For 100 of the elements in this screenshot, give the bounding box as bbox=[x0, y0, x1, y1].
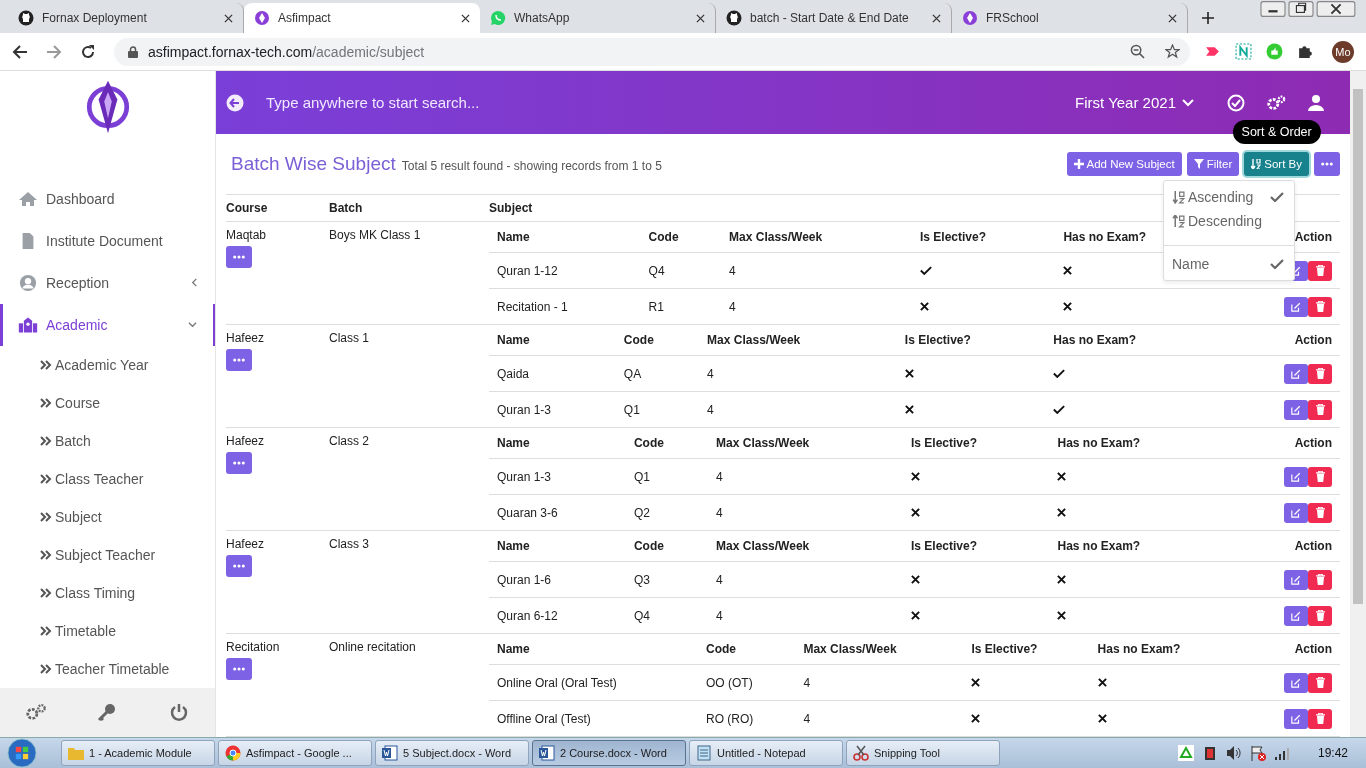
sidebar-item[interactable]: Dashboard bbox=[0, 177, 215, 220]
taskbar-item[interactable]: Untitled - Notepad bbox=[689, 740, 843, 766]
scrollbar[interactable] bbox=[1350, 71, 1366, 737]
delete-button[interactable] bbox=[1308, 399, 1332, 420]
more-button[interactable] bbox=[226, 555, 252, 577]
delete-button[interactable] bbox=[1308, 363, 1332, 384]
edit-button[interactable] bbox=[1284, 363, 1308, 384]
settings-icon[interactable] bbox=[1266, 93, 1286, 112]
edit-button[interactable] bbox=[1284, 399, 1308, 420]
scissors-icon bbox=[853, 745, 869, 761]
back-arrow-icon[interactable] bbox=[12, 43, 28, 60]
close-icon[interactable] bbox=[932, 13, 941, 23]
delete-button[interactable] bbox=[1308, 502, 1332, 523]
sidebar-item[interactable]: Reception bbox=[0, 261, 215, 304]
reload-icon[interactable] bbox=[80, 43, 96, 60]
sidebar-subitem[interactable]: Subject Teacher bbox=[0, 535, 215, 574]
edit-button[interactable] bbox=[1284, 605, 1308, 626]
signal-icon[interactable] bbox=[1273, 745, 1290, 761]
check-circle-icon[interactable] bbox=[1226, 93, 1246, 112]
more-button[interactable] bbox=[1314, 152, 1340, 176]
back-icon[interactable] bbox=[226, 93, 244, 112]
delete-button[interactable] bbox=[1308, 569, 1332, 590]
menu-item[interactable]: Ascending bbox=[1164, 185, 1294, 209]
edit-button[interactable] bbox=[1284, 466, 1308, 487]
new-tab-icon[interactable] bbox=[1202, 12, 1214, 24]
profile-avatar[interactable]: Mo bbox=[1332, 40, 1354, 63]
delete-button[interactable] bbox=[1308, 672, 1332, 693]
sidebar-subitem[interactable]: Academic Year bbox=[0, 345, 215, 384]
table-cell: 4 bbox=[729, 299, 736, 314]
settings-icon[interactable] bbox=[24, 702, 47, 723]
sidebar-subitem[interactable]: Class Timing bbox=[0, 573, 215, 612]
edit-button[interactable] bbox=[1284, 672, 1308, 693]
browser-tab[interactable]: batch - Start Date & End Date bbox=[716, 3, 952, 33]
extension-icon[interactable] bbox=[1235, 43, 1252, 60]
sidebar-item[interactable]: Institute Document bbox=[0, 219, 215, 262]
minimize-icon[interactable] bbox=[1260, 1, 1286, 17]
address-field[interactable]: asfimpact.fornax-tech.com/academic/subject bbox=[114, 37, 1190, 66]
column-header: Code bbox=[633, 539, 664, 553]
delete-button[interactable] bbox=[1308, 260, 1332, 281]
result-summary: Total 5 result found - showing records from 1 to 5 bbox=[401, 159, 662, 173]
puzzle-icon[interactable] bbox=[1297, 43, 1314, 60]
star-icon[interactable] bbox=[1165, 44, 1180, 59]
sidebar-subitem[interactable]: Class Teacher bbox=[0, 459, 215, 498]
sidebar-subitem[interactable]: Subject bbox=[0, 497, 215, 536]
more-button[interactable] bbox=[226, 658, 252, 680]
more-button[interactable] bbox=[226, 452, 252, 474]
close-icon[interactable] bbox=[1316, 1, 1356, 17]
column-header: Subject bbox=[489, 201, 534, 215]
add-button[interactable]: Add New Subject bbox=[1066, 152, 1182, 176]
browser-tab[interactable]: WhatsApp bbox=[480, 3, 716, 33]
user-icon[interactable] bbox=[1306, 93, 1326, 112]
table-cell: Q4 bbox=[633, 608, 650, 623]
edit-button[interactable] bbox=[1284, 708, 1308, 729]
forward-arrow-icon[interactable] bbox=[46, 43, 62, 60]
url-text: asfimpact.fornax-tech.com/academic/subject bbox=[148, 43, 425, 60]
drive-icon[interactable] bbox=[1177, 745, 1194, 761]
menu-item[interactable]: Name bbox=[1164, 252, 1294, 276]
edit-button[interactable] bbox=[1284, 296, 1308, 317]
delete-button[interactable] bbox=[1308, 466, 1332, 487]
more-button[interactable] bbox=[226, 246, 252, 268]
year-dropdown[interactable]: First Year 2021 bbox=[1069, 93, 1200, 112]
thumbs-up-icon[interactable] bbox=[1266, 43, 1283, 60]
close-icon[interactable] bbox=[224, 13, 233, 23]
speaker-icon[interactable] bbox=[1225, 745, 1242, 761]
browser-tab[interactable]: Fornax Deployment bbox=[8, 3, 244, 33]
filter-button[interactable]: Filter bbox=[1186, 152, 1240, 176]
close-icon[interactable] bbox=[1168, 13, 1177, 23]
sidebar-subitem[interactable]: Timetable bbox=[0, 611, 215, 650]
sidebar-subitem[interactable]: Course bbox=[0, 383, 215, 422]
delete-button[interactable] bbox=[1308, 708, 1332, 729]
more-button[interactable] bbox=[226, 349, 252, 371]
sidebar-subitem[interactable]: Batch bbox=[0, 421, 215, 460]
table-cell: Quran 1-3 bbox=[497, 402, 552, 417]
delete-button[interactable] bbox=[1308, 296, 1332, 317]
taskbar-item[interactable]: Asfimpact - Google ... bbox=[218, 740, 372, 766]
table-cell: QA bbox=[623, 366, 642, 381]
taskbar-item[interactable]: 5 Subject.docx - Word bbox=[375, 740, 529, 766]
close-icon[interactable] bbox=[696, 13, 705, 23]
browser-tab[interactable]: FRSchool bbox=[952, 3, 1188, 33]
taskbar-item[interactable]: Snipping Tool bbox=[846, 740, 1000, 766]
column-header: Action bbox=[1294, 230, 1332, 244]
sidebar-subitem[interactable]: Teacher Timetable bbox=[0, 649, 215, 688]
sort-button[interactable]: Sort By bbox=[1244, 152, 1309, 176]
start-button[interactable] bbox=[6, 738, 38, 768]
dots-icon bbox=[233, 564, 245, 568]
double-chevron-icon bbox=[40, 359, 52, 370]
menu-item[interactable]: Descending bbox=[1164, 209, 1294, 233]
taskbar-item[interactable]: 2 Course.docx - Word bbox=[532, 740, 686, 766]
restore-icon[interactable] bbox=[1288, 1, 1314, 17]
flag-icon[interactable] bbox=[1249, 745, 1266, 761]
sidebar-item[interactable]: Academic bbox=[0, 303, 215, 346]
edit-button[interactable] bbox=[1284, 502, 1308, 523]
search-field[interactable]: Type anywhere to start search... bbox=[258, 93, 1056, 112]
zoom-icon[interactable] bbox=[1130, 44, 1145, 59]
edit-button[interactable] bbox=[1284, 569, 1308, 590]
trash-icon bbox=[1315, 713, 1325, 724]
taskbar-item[interactable]: 1 - Academic Module bbox=[61, 740, 215, 766]
close-icon[interactable] bbox=[461, 13, 470, 23]
browser-tab[interactable]: Asfimpact bbox=[244, 3, 480, 33]
delete-button[interactable] bbox=[1308, 605, 1332, 626]
